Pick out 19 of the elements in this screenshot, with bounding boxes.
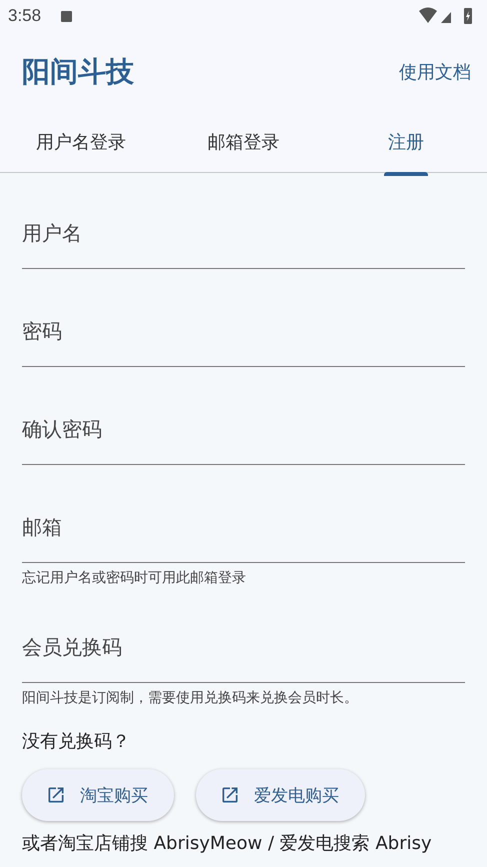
input-field[interactable]: 用户名 — [22, 197, 465, 269]
helper-text: 阳间斗技是订阅制，需要使用兑换码来兑换会员时长。 — [22, 689, 359, 707]
external-link-icon — [46, 785, 66, 805]
external-link-icon — [220, 785, 240, 805]
input-field[interactable]: 确认密码 — [22, 393, 465, 465]
input-field[interactable]: 密码 — [22, 295, 465, 367]
buy-button[interactable]: 淘宝购买 — [22, 769, 174, 821]
docs-link[interactable]: 使用文档 — [399, 60, 471, 84]
input-field[interactable]: 邮箱 — [22, 491, 465, 563]
note-text: 或者淘宝店铺搜 AbrisyMeow / 爱发电搜索 Abrisy — [22, 832, 433, 855]
question-text: 没有兑换码？ — [22, 730, 131, 753]
input-field[interactable]: 会员兑换码 — [22, 611, 465, 683]
status-icons — [419, 7, 475, 25]
helper-text: 忘记用户名或密码时可用此邮箱登录 — [22, 569, 247, 587]
tab[interactable]: 用户名登录 — [0, 112, 162, 172]
app-title: 阳间斗技 — [22, 54, 134, 90]
tab[interactable]: 邮箱登录 — [162, 112, 325, 172]
status-time: 3:58 — [8, 6, 42, 26]
buy-button[interactable]: 爱发电购买 — [196, 769, 365, 821]
